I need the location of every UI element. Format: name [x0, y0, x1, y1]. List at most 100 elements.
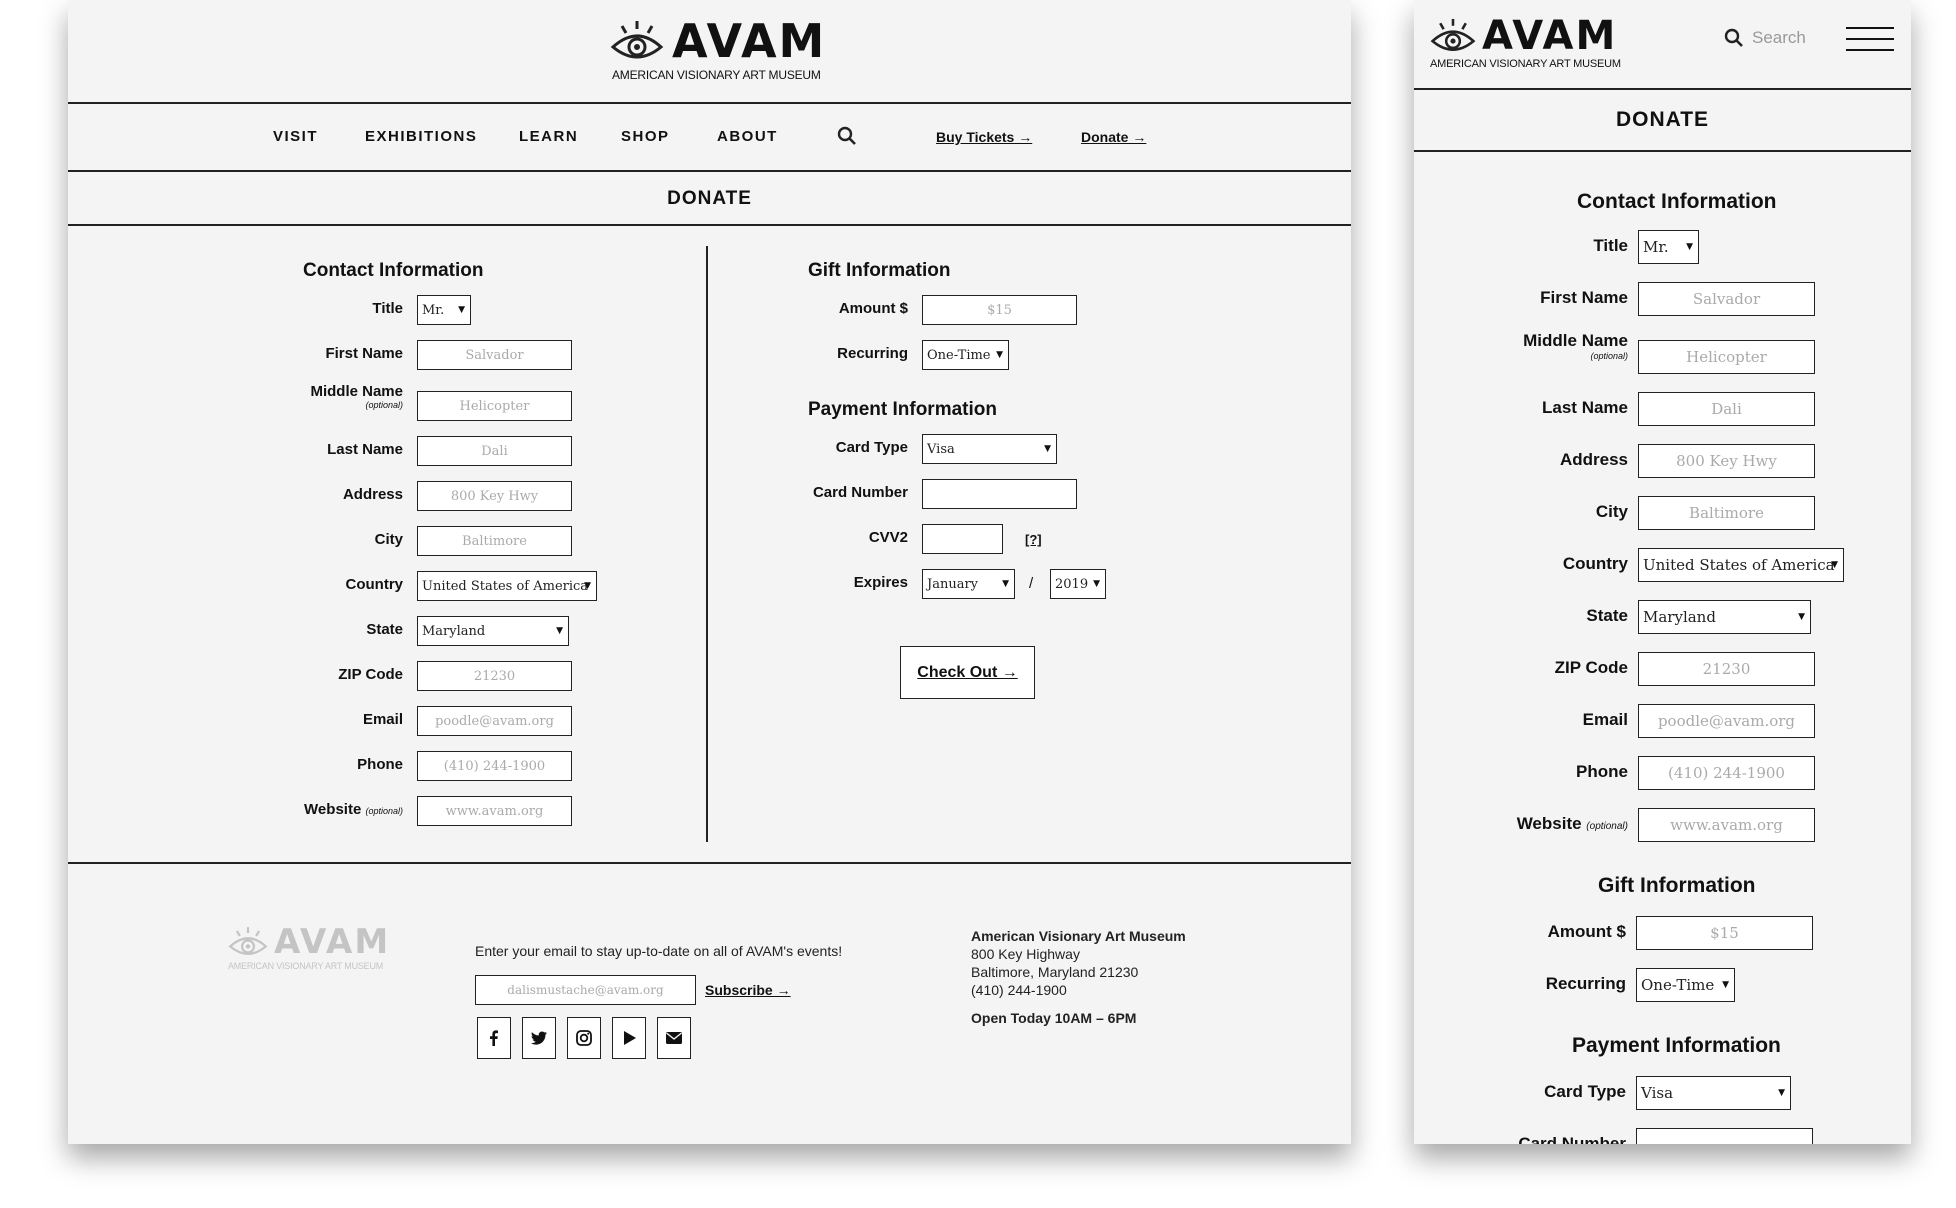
- expires-year-select[interactable]: 2019 ▼: [1050, 569, 1106, 599]
- phone-label: Phone: [1576, 762, 1628, 781]
- youtube-icon[interactable]: [612, 1017, 646, 1059]
- expires-label: Expires: [853, 574, 908, 591]
- footer-logo-wordmark: AVAM: [274, 922, 391, 962]
- gift-info-heading: Gift Information: [1598, 874, 1756, 897]
- logo-wordmark: AVAM: [1482, 13, 1618, 59]
- city-field[interactable]: Baltimore: [1638, 496, 1815, 530]
- address-label: Address: [1559, 450, 1628, 469]
- phone-field[interactable]: (410) 244-1900: [417, 751, 572, 781]
- eye-logo-icon: [228, 927, 268, 955]
- card-type-select[interactable]: Visa ▼: [922, 434, 1057, 464]
- recurring-select[interactable]: One-Time ▼: [922, 340, 1009, 370]
- city-field[interactable]: Baltimore: [417, 526, 572, 556]
- main-nav: VISIT EXHIBITIONS LEARN SHOP ABOUT Buy T…: [68, 102, 1351, 170]
- cvv-field[interactable]: [922, 524, 1003, 554]
- divider: [68, 862, 1351, 864]
- state-select[interactable]: Maryland ▼: [417, 616, 569, 646]
- cvv-help-link[interactable]: [?]: [1025, 532, 1042, 547]
- checkout-button[interactable]: Check Out →: [900, 646, 1035, 699]
- title-select[interactable]: Mr. ▼: [417, 295, 471, 325]
- last-name-field[interactable]: Dali: [1638, 392, 1815, 426]
- title-label: Title: [372, 300, 403, 317]
- card-number-field[interactable]: [1636, 1128, 1813, 1144]
- payment-info-heading: Payment Information: [1572, 1034, 1781, 1057]
- middle-name-field[interactable]: Helicopter: [1638, 340, 1815, 374]
- donate-link[interactable]: Donate →: [1081, 129, 1146, 145]
- nav-exhibitions[interactable]: EXHIBITIONS: [365, 128, 477, 145]
- country-select[interactable]: United States of America ▼: [417, 571, 597, 601]
- city-label: City: [1595, 502, 1628, 521]
- card-number-label: Card Number: [1518, 1134, 1626, 1144]
- email-field[interactable]: poodle@avam.org: [1638, 704, 1815, 738]
- footer-logo[interactable]: AVAM AMERICAN VISIONARY ART MUSEUM: [228, 925, 390, 971]
- divider: [68, 170, 1351, 172]
- address-field[interactable]: 800 Key Hwy: [1638, 444, 1815, 478]
- amount-field[interactable]: $15: [922, 295, 1077, 325]
- phone-field[interactable]: (410) 244-1900: [1638, 756, 1815, 790]
- country-label: Country: [345, 576, 404, 593]
- museum-name: American Visionary Art Museum: [971, 928, 1186, 944]
- nav-learn[interactable]: LEARN: [519, 128, 578, 145]
- newsletter-email-field[interactable]: dalismustache@avam.org: [475, 975, 696, 1005]
- zip-field[interactable]: 21230: [417, 661, 572, 691]
- search-placeholder: Search: [1752, 28, 1806, 47]
- email-field[interactable]: poodle@avam.org: [417, 706, 572, 736]
- logo-subtitle: AMERICAN VISIONARY ART MUSEUM: [1430, 58, 1621, 70]
- eye-logo-icon: [610, 21, 664, 59]
- avam-logo[interactable]: AVAM AMERICAN VISIONARY ART MUSEUM: [610, 18, 826, 82]
- zip-field[interactable]: 21230: [1638, 652, 1815, 686]
- expires-month-select[interactable]: January ▼: [922, 569, 1015, 599]
- nav-visit[interactable]: VISIT: [273, 128, 318, 145]
- gift-info-heading: Gift Information: [808, 260, 951, 281]
- hamburger-menu-icon[interactable]: [1846, 27, 1894, 51]
- subscribe-link[interactable]: Subscribe →: [705, 982, 791, 998]
- website-field[interactable]: www.avam.org: [417, 796, 572, 826]
- logo-subtitle: AMERICAN VISIONARY ART MUSEUM: [612, 68, 821, 82]
- facebook-icon[interactable]: [477, 1017, 511, 1059]
- country-label: Country: [1562, 554, 1628, 573]
- mail-icon[interactable]: [657, 1017, 691, 1059]
- title-label: Title: [1593, 236, 1628, 255]
- desktop-page: AVAM AMERICAN VISIONARY ART MUSEUM VISIT…: [68, 0, 1351, 1144]
- first-name-field[interactable]: Salvador: [1638, 282, 1815, 316]
- page-title: DONATE: [1615, 108, 1710, 131]
- amount-field[interactable]: $15: [1636, 916, 1813, 950]
- divider: [1414, 88, 1911, 90]
- nav-shop[interactable]: SHOP: [621, 128, 670, 145]
- instagram-icon[interactable]: [567, 1017, 601, 1059]
- recurring-label: Recurring: [837, 345, 908, 362]
- search-icon[interactable]: [837, 126, 857, 146]
- email-label: Email: [362, 711, 403, 728]
- museum-address-2: Baltimore, Maryland 21230: [971, 964, 1139, 980]
- eye-logo-icon: [1430, 18, 1476, 51]
- address-field[interactable]: 800 Key Hwy: [417, 481, 572, 511]
- website-field[interactable]: www.avam.org: [1638, 808, 1815, 842]
- divider: [1414, 150, 1911, 152]
- first-name-field[interactable]: Salvador: [417, 340, 572, 370]
- buy-tickets-link[interactable]: Buy Tickets →: [936, 129, 1032, 145]
- middle-name-label: Middle Name (optional): [1523, 331, 1628, 361]
- amount-label: Amount $: [838, 300, 908, 317]
- nav-about[interactable]: ABOUT: [717, 128, 778, 145]
- recurring-select[interactable]: One-Time ▼: [1636, 968, 1735, 1002]
- mobile-search[interactable]: Search: [1724, 28, 1806, 48]
- museum-phone: (410) 244-1900: [971, 982, 1067, 998]
- card-number-field[interactable]: [922, 479, 1077, 509]
- first-name-label: First Name: [325, 345, 403, 362]
- middle-name-field[interactable]: Helicopter: [417, 391, 572, 421]
- title-select[interactable]: Mr. ▼: [1638, 230, 1699, 264]
- state-select[interactable]: Maryland ▼: [1638, 600, 1811, 634]
- last-name-field[interactable]: Dali: [417, 436, 572, 466]
- card-type-label: Card Type: [1544, 1082, 1626, 1101]
- avam-logo[interactable]: AVAM AMERICAN VISIONARY ART MUSEUM: [1430, 16, 1621, 70]
- search-icon: [1724, 28, 1743, 47]
- country-select[interactable]: United States of America ▼: [1638, 548, 1844, 582]
- last-name-label: Last Name: [1542, 398, 1628, 417]
- twitter-icon[interactable]: [522, 1017, 556, 1059]
- contact-info-heading: Contact Information: [1577, 190, 1777, 213]
- card-type-select[interactable]: Visa ▼: [1636, 1076, 1791, 1110]
- logo-wordmark: AVAM: [672, 14, 827, 68]
- payment-info-heading: Payment Information: [808, 399, 997, 420]
- zip-label: ZIP Code: [1554, 658, 1628, 677]
- card-type-label: Card Type: [835, 439, 908, 456]
